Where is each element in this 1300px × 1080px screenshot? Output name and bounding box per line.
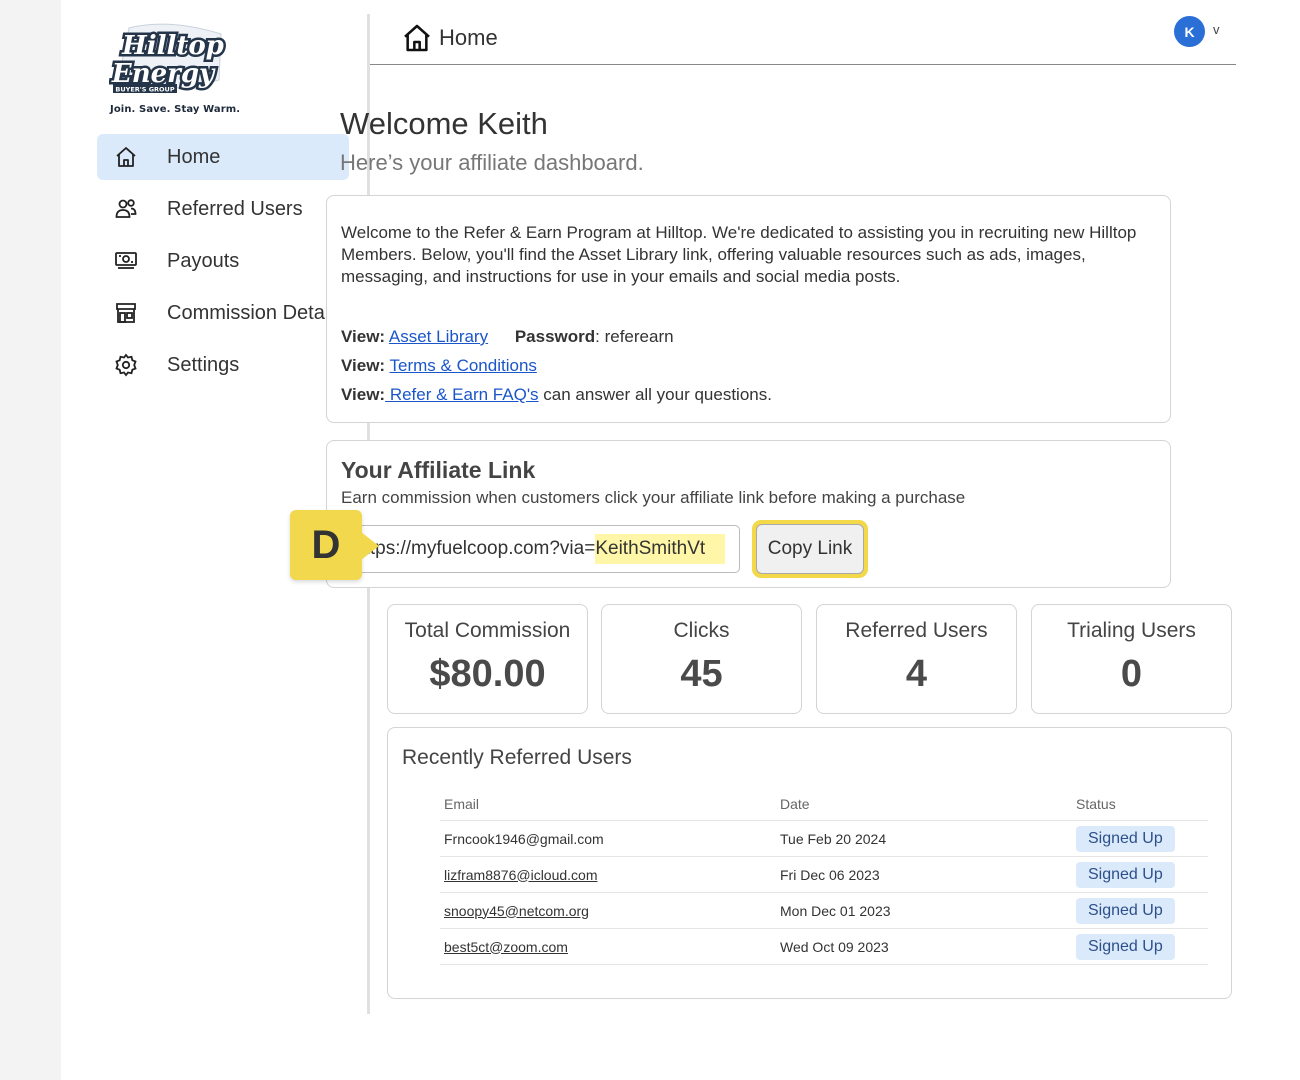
table-row: lizfram8876@icloud.com Fri Dec 06 2023 S… bbox=[440, 856, 1208, 893]
stat-label: Total Commission bbox=[404, 619, 571, 642]
svg-text:BUYER'S GROUP: BUYER'S GROUP bbox=[115, 86, 174, 94]
affiliate-link-row: https://myfuelcoop.com?via= KeithSmithVt … bbox=[341, 520, 1156, 578]
logo-tagline: Join. Save. Stay Warm. bbox=[110, 104, 241, 115]
stat-label: Referred Users bbox=[845, 619, 988, 642]
recent-referrals-table: Email Date Status Frncook1946@gmail.com … bbox=[440, 792, 1208, 965]
terms-row: View: Terms & Conditions bbox=[341, 351, 1156, 380]
home-icon bbox=[113, 144, 139, 170]
affiliate-code-highlight: KeithSmithVt bbox=[595, 534, 726, 564]
gear-icon bbox=[113, 352, 139, 378]
callout-arrow bbox=[361, 532, 379, 560]
sidebar-item-home[interactable]: Home bbox=[97, 134, 349, 180]
recent-referrals-title: Recently Referred Users bbox=[402, 746, 632, 769]
stat-clicks: Clicks 45 bbox=[601, 604, 802, 714]
avatar[interactable]: K bbox=[1174, 16, 1205, 47]
status-badge: Signed Up bbox=[1076, 861, 1175, 888]
referral-email: Frncook1946@gmail.com bbox=[440, 820, 776, 857]
sidebar-item-label: Referred Users bbox=[167, 197, 303, 220]
copy-link-button[interactable]: Copy Link bbox=[756, 524, 864, 574]
referral-status-cell: Signed Up bbox=[1072, 856, 1208, 893]
referral-date: Fri Dec 06 2023 bbox=[776, 856, 1072, 893]
stat-value: $80.00 bbox=[429, 653, 546, 695]
column-header-status: Status bbox=[1072, 792, 1208, 821]
password-info: Password: referearn bbox=[515, 327, 674, 346]
affiliate-link-card: Your Affiliate Link Earn commission when… bbox=[326, 440, 1171, 588]
faq-row: View: Refer & Earn FAQ's can answer all … bbox=[341, 380, 1156, 409]
stat-value: 0 bbox=[1120, 653, 1143, 695]
users-icon bbox=[113, 196, 139, 222]
account-menu-toggle[interactable]: v bbox=[1213, 22, 1220, 37]
resource-links: View: Asset Library Password: referearn … bbox=[341, 322, 1156, 409]
welcome-heading: Welcome Keith bbox=[340, 106, 548, 141]
referral-email[interactable]: snoopy45@netcom.org bbox=[440, 892, 776, 929]
sidebar-item-label: Payouts bbox=[167, 249, 240, 272]
terms-link[interactable]: Terms & Conditions bbox=[390, 356, 537, 375]
logo-graphic: Hilltop Energy BUYER'S GROUP bbox=[109, 23, 226, 94]
svg-text:Hilltop: Hilltop bbox=[121, 31, 224, 61]
stat-total-commission: Total Commission $80.00 bbox=[387, 604, 588, 714]
table-row: Frncook1946@gmail.com Tue Feb 20 2024 Si… bbox=[440, 820, 1208, 857]
store-icon bbox=[113, 300, 139, 326]
sidebar-nav: Home Referred Users Payouts Commission D… bbox=[97, 134, 357, 394]
faq-suffix: can answer all your questions. bbox=[538, 385, 772, 404]
referral-email[interactable]: best5ct@zoom.com bbox=[440, 928, 776, 965]
referral-date: Mon Dec 01 2023 bbox=[776, 892, 1072, 929]
top-bar: Home K v bbox=[370, 14, 1236, 65]
asset-library-row: View: Asset Library Password: referearn bbox=[341, 322, 1156, 351]
faq-link[interactable]: Refer & Earn FAQ's bbox=[385, 385, 539, 404]
sidebar-item-settings[interactable]: Settings bbox=[97, 342, 357, 388]
password-label: Password bbox=[514, 327, 596, 346]
page-title: Home bbox=[439, 25, 498, 50]
stat-label: Clicks bbox=[673, 619, 730, 642]
column-header-email: Email bbox=[440, 792, 776, 821]
sidebar-item-label: Commission Details bbox=[167, 301, 344, 324]
sidebar-item-referred-users[interactable]: Referred Users bbox=[97, 186, 357, 232]
column-header-date: Date bbox=[776, 792, 1072, 821]
callout-marker: D bbox=[290, 510, 362, 580]
referral-status-cell: Signed Up bbox=[1072, 892, 1208, 929]
table-row: snoopy45@netcom.org Mon Dec 01 2023 Sign… bbox=[440, 892, 1208, 929]
stat-label: Trialing Users bbox=[1067, 619, 1196, 642]
view-label: View: bbox=[341, 356, 386, 375]
affiliate-title: Your Affiliate Link bbox=[341, 457, 536, 483]
stat-referred-users: Referred Users 4 bbox=[816, 604, 1017, 714]
home-icon bbox=[404, 24, 430, 52]
sidebar-item-label: Settings bbox=[167, 353, 240, 376]
breadcrumb: Home bbox=[401, 22, 498, 54]
view-label: View: bbox=[341, 385, 386, 404]
welcome-subtitle: Here’s your affiliate dashboard. bbox=[340, 150, 644, 175]
table-row: best5ct@zoom.com Wed Oct 09 2023 Signed … bbox=[440, 928, 1208, 965]
money-icon bbox=[113, 248, 139, 274]
referral-status-cell: Signed Up bbox=[1072, 928, 1208, 965]
affiliate-link-field[interactable]: https://myfuelcoop.com?via= KeithSmithVt bbox=[341, 525, 740, 573]
intro-text: Welcome to the Refer & Earn Program at H… bbox=[341, 223, 1137, 286]
sidebar-item-commission-details[interactable]: Commission Details bbox=[97, 290, 357, 336]
copy-link-highlight: Copy Link bbox=[752, 520, 868, 578]
affiliate-url-prefix: https://myfuelcoop.com?via= bbox=[354, 538, 596, 559]
referral-date: Tue Feb 20 2024 bbox=[776, 820, 1072, 857]
sidebar-item-payouts[interactable]: Payouts bbox=[97, 238, 357, 284]
stat-value: 4 bbox=[905, 653, 928, 695]
affiliate-subtitle: Earn commission when customers click you… bbox=[341, 488, 966, 507]
intro-card: Welcome to the Refer & Earn Program at H… bbox=[326, 195, 1171, 423]
sidebar-item-label: Home bbox=[167, 145, 221, 168]
asset-library-link[interactable]: Asset Library bbox=[389, 327, 488, 346]
referral-status-cell: Signed Up bbox=[1072, 820, 1208, 857]
recent-referrals-card: Recently Referred Users Email Date Statu… bbox=[387, 727, 1232, 999]
status-badge: Signed Up bbox=[1076, 825, 1175, 852]
status-badge: Signed Up bbox=[1076, 897, 1175, 924]
referral-email[interactable]: lizfram8876@icloud.com bbox=[440, 856, 776, 893]
view-label: View: bbox=[341, 327, 386, 346]
status-badge: Signed Up bbox=[1076, 933, 1175, 960]
stat-value: 45 bbox=[680, 653, 723, 695]
table-header-row: Email Date Status bbox=[440, 792, 1208, 821]
referral-date: Wed Oct 09 2023 bbox=[776, 928, 1072, 965]
stat-trialing-users: Trialing Users 0 bbox=[1031, 604, 1232, 714]
password-value: : referearn bbox=[595, 327, 674, 346]
